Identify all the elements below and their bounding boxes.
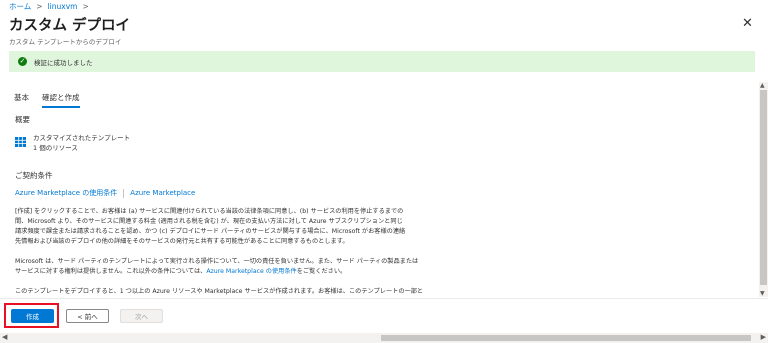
terms-line: 先情報および当該のデプロイの他の詳細をそのサービスの発行元と共有する可能性がある…	[15, 238, 349, 245]
chevron-right-icon: >	[36, 1, 43, 11]
page-subtitle: カスタム テンプレートからのデプロイ	[9, 38, 122, 46]
terms-heading: ご契約条件	[15, 171, 53, 180]
marketplace-link[interactable]: Azure Marketplace	[130, 189, 195, 197]
terms-line: Microsoft は、サード パーティのテンプレートによって実行される操作につ…	[15, 258, 419, 265]
terms-paragraph-1: [作成] をクリックすることで、お客様は (a) サービスに関連付けられている当…	[15, 207, 600, 247]
check-circle-icon: ✓	[18, 57, 27, 66]
breadcrumb: ホーム > linuxvm >	[9, 0, 89, 12]
terms-text: をご覧ください。	[296, 268, 347, 275]
tab-bar: 基本 確認と作成	[14, 92, 80, 108]
terms-paragraph-2: Microsoft は、サード パーティのテンプレートによって実行される操作につ…	[15, 257, 600, 277]
close-icon[interactable]: ✕	[742, 16, 753, 31]
terms-links: Azure Marketplace の使用条件 Azure Marketplac…	[15, 188, 195, 198]
tab-basics[interactable]: 基本	[14, 92, 29, 103]
terms-line: サービスに対する権利は提供しません。これ以外の条件については、Azure Mar…	[15, 267, 600, 277]
scroll-left-icon[interactable]: ◀	[2, 333, 7, 341]
template-name: カスタマイズされたテンプレート	[33, 134, 131, 142]
marketplace-terms-inline-link[interactable]: Azure Marketplace の使用条件	[206, 268, 296, 275]
horizontal-scrollbar[interactable]: ◀ ▶	[0, 333, 768, 343]
scroll-down-icon[interactable]: ▼	[760, 290, 765, 297]
more-options-icon[interactable]: ...	[111, 17, 124, 28]
next-button: 次へ	[120, 309, 163, 323]
summary-heading: 概要	[15, 115, 30, 124]
create-button-highlight	[4, 303, 59, 328]
terms-paragraph-3: このテンプレートをデプロイすると、1 つ以上の Azure リソースや Mark…	[15, 288, 424, 295]
link-divider	[123, 188, 125, 198]
breadcrumb-linuxvm[interactable]: linuxvm	[48, 2, 78, 11]
footer-bar	[0, 298, 768, 333]
vertical-scrollbar[interactable]: ▲ ▼	[759, 82, 768, 297]
template-icon	[15, 137, 26, 147]
marketplace-terms-link[interactable]: Azure Marketplace の使用条件	[15, 188, 117, 198]
terms-line: 間、Microsoft より、そのサービスに関連する料金 (適用される税を含む)…	[15, 218, 403, 225]
scroll-right-icon[interactable]: ▶	[761, 333, 766, 341]
validation-message: 検証に成功しました	[34, 58, 93, 67]
validation-success-banner: ✓ 検証に成功しました	[9, 51, 755, 72]
template-summary: カスタマイズされたテンプレート 1 個のリソース	[33, 133, 130, 153]
hscrollbar-thumb[interactable]	[381, 335, 751, 341]
tab-review-create[interactable]: 確認と作成	[42, 92, 80, 108]
terms-line: 請求頻度で課金または請求されることを認め、かつ (c) デプロイにサード パーテ…	[15, 228, 406, 235]
scroll-up-icon[interactable]: ▲	[760, 82, 765, 89]
resource-count: 1 個のリソース	[33, 144, 78, 152]
breadcrumb-home[interactable]: ホーム	[9, 1, 31, 12]
scrollbar-thumb[interactable]	[760, 90, 767, 285]
terms-line: [作成] をクリックすることで、お客様は (a) サービスに関連付けられている当…	[15, 208, 404, 215]
chevron-right-icon: >	[82, 1, 89, 11]
terms-text: サービスに対する権利は提供しません。これ以外の条件については、	[15, 268, 207, 275]
previous-button[interactable]: < 前へ	[66, 309, 109, 323]
